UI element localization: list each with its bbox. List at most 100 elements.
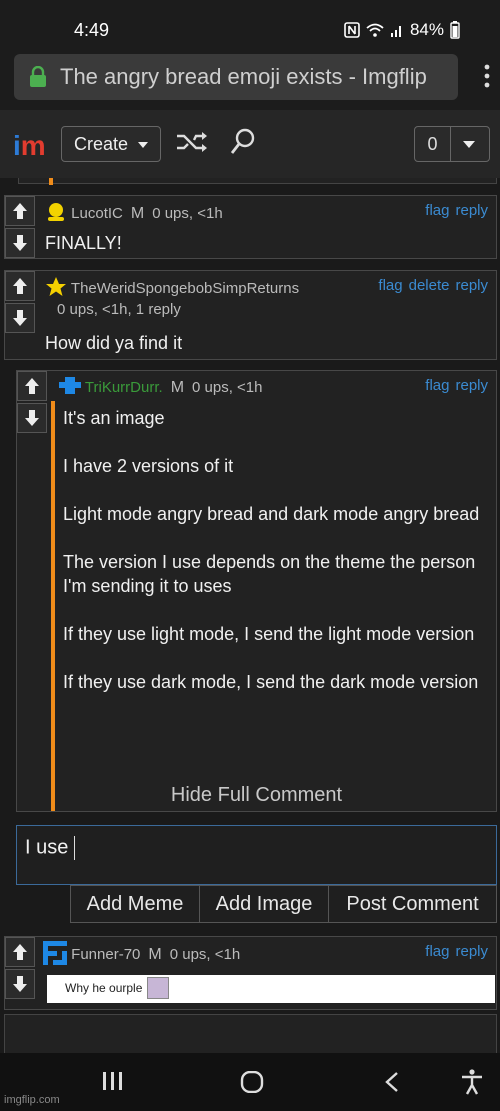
reply-link[interactable]: reply — [455, 202, 488, 219]
comment-paragraph: If they use light mode, I send the light… — [63, 624, 475, 644]
user-avatar-icon — [43, 941, 67, 969]
comment-actions: flag delete reply — [372, 277, 488, 294]
nfc-icon — [344, 22, 360, 38]
post-comment-button[interactable]: Post Comment — [329, 886, 496, 922]
home-icon[interactable] — [240, 1070, 264, 1098]
flag-link[interactable]: flag — [425, 202, 449, 219]
comment-weridspongebob: TheWeridSpongebobSimpReturns 0 ups, <1h,… — [4, 270, 497, 360]
comment-stats: 0 ups, <1h, 1 reply — [57, 301, 181, 318]
battery-icon — [450, 21, 460, 39]
next-comment-stub — [4, 1014, 497, 1053]
create-label: Create — [74, 134, 129, 154]
accessibility-icon[interactable] — [460, 1069, 484, 1100]
mod-badge: M — [148, 945, 162, 963]
mod-badge: M — [170, 378, 185, 396]
status-icons: 84% — [344, 20, 460, 40]
comment-stats: 0 ups, <1h — [192, 378, 263, 396]
comment-text: FINALLY! — [45, 233, 122, 253]
vote-controls — [5, 937, 35, 999]
user-avatar-icon — [59, 377, 81, 399]
reply-actions: Add Meme Add Image Post Comment — [70, 885, 497, 923]
notifications-button[interactable]: 0 — [414, 126, 490, 162]
comment-text: How did ya find it — [45, 333, 183, 353]
user-avatar-icon — [45, 202, 67, 226]
comment-meta: Funner-70 M 0 ups, <1h — [43, 941, 240, 969]
address-bar[interactable]: The angry bread emoji exists - Imgflip — [14, 54, 458, 100]
add-image-button[interactable]: Add Image — [200, 886, 329, 922]
comment-paragraph: It's an image — [63, 408, 165, 428]
signal-icon — [390, 22, 404, 38]
add-meme-button[interactable]: Add Meme — [71, 886, 200, 922]
chevron-down-icon — [463, 141, 475, 148]
browser-menu-icon[interactable] — [484, 64, 490, 93]
battery-level: 84% — [409, 20, 444, 39]
upvote-button[interactable] — [5, 196, 35, 226]
flag-link[interactable]: flag — [425, 377, 449, 394]
recent-apps-icon[interactable] — [102, 1071, 124, 1096]
arrow-down-icon — [13, 235, 27, 251]
reply-link[interactable]: reply — [455, 277, 488, 294]
comment-image[interactable]: Why he ourple — [47, 975, 495, 1003]
lock-icon — [28, 65, 48, 93]
arrow-up-icon — [13, 203, 27, 219]
comment-trikurrdurr: TriKurrDurr. M 0 ups, <1h flag reply It's a… — [16, 370, 497, 812]
comment-funner70: Funner-70 M 0 ups, <1h flag reply Why he ou… — [4, 936, 497, 1010]
username[interactable]: Funner-70 — [71, 946, 140, 963]
site-header: im Create 0 — [0, 110, 500, 178]
username[interactable]: TriKurrDurr. — [85, 379, 163, 396]
reply-input[interactable]: I use — [16, 825, 497, 885]
upvote-button[interactable] — [17, 371, 47, 401]
upvote-button[interactable] — [5, 937, 35, 967]
arrow-down-icon — [13, 310, 27, 326]
comment-paragraph: I have 2 versions of it — [63, 456, 234, 476]
reply-link[interactable]: reply — [455, 377, 488, 394]
comment-paragraph: Light mode angry bread and dark mode ang… — [63, 504, 480, 524]
status-time: 4:49 — [74, 20, 110, 40]
mod-badge: M — [130, 204, 145, 222]
arrow-up-icon — [13, 944, 27, 960]
back-icon[interactable] — [384, 1071, 400, 1098]
comment-text: It's an image I have 2 versions of it Li… — [63, 406, 483, 694]
vote-controls — [5, 196, 35, 258]
downvote-button[interactable] — [5, 303, 35, 333]
hide-full-comment-button[interactable]: Hide Full Comment — [17, 784, 496, 807]
status-bar: 4:49 84% — [0, 0, 500, 48]
star-icon — [45, 276, 67, 302]
upvote-button[interactable] — [5, 271, 35, 301]
vote-controls — [5, 271, 35, 333]
downvote-button[interactable] — [5, 969, 35, 999]
delete-link[interactable]: delete — [409, 277, 450, 294]
flag-link[interactable]: flag — [378, 277, 402, 294]
comment-meta: LucotIC M 0 ups, <1h — [45, 202, 223, 226]
comment-actions: flag reply — [419, 943, 488, 960]
comment-meta: TriKurrDurr. M 0 ups, <1h — [59, 377, 263, 399]
previous-comment-stub — [18, 178, 497, 185]
watermark: imgflip.com — [4, 1094, 60, 1106]
create-button[interactable]: Create — [61, 126, 161, 162]
username[interactable]: LucotIC — [71, 205, 123, 222]
comment-actions: flag reply — [419, 377, 488, 394]
arrow-up-icon — [25, 378, 39, 394]
comment-lucotic: LucotIC M 0 ups, <1h flag reply FINALLY! — [4, 195, 497, 259]
shuffle-icon[interactable] — [175, 130, 209, 159]
arrow-down-icon — [25, 410, 39, 426]
downvote-button[interactable] — [17, 403, 47, 433]
username[interactable]: TheWeridSpongebobSimpReturns — [71, 280, 299, 297]
image-thumbnail — [147, 977, 169, 999]
notification-count: 0 — [415, 127, 451, 161]
image-caption: Why he ourple — [65, 981, 143, 995]
imgflip-logo[interactable]: im — [13, 130, 46, 162]
arrow-down-icon — [13, 976, 27, 992]
vote-controls — [17, 371, 47, 433]
comment-stats: 0 ups, <1h — [169, 945, 241, 963]
flag-link[interactable]: flag — [425, 943, 449, 960]
comment-actions: flag reply — [419, 202, 488, 219]
reply-link[interactable]: reply — [455, 943, 488, 960]
android-nav-bar — [0, 1053, 500, 1111]
comment-paragraph: If they use dark mode, I send the dark m… — [63, 672, 479, 692]
search-icon[interactable] — [230, 128, 256, 161]
downvote-button[interactable] — [5, 228, 35, 258]
wifi-icon — [366, 22, 384, 38]
url-text: The angry bread emoji exists - Imgflip — [60, 64, 427, 89]
reply-input-value: I use — [25, 836, 76, 860]
